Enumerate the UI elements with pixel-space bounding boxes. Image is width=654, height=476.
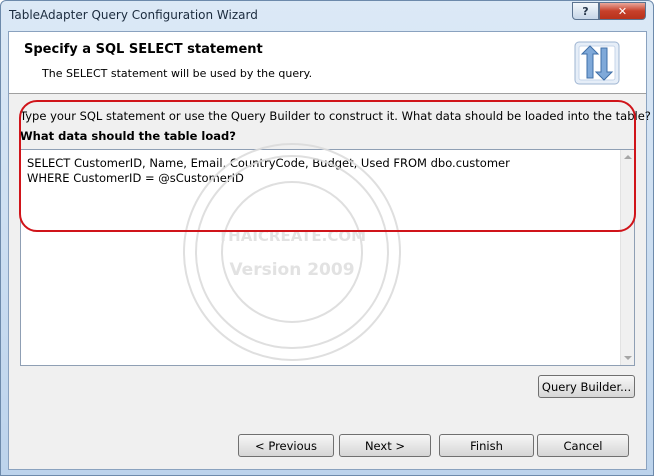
finish-button[interactable]: Finish xyxy=(439,434,534,457)
window-title: TableAdapter Query Configuration Wizard xyxy=(9,8,258,22)
title-bar: TableAdapter Query Configuration Wizard … xyxy=(1,1,653,31)
close-icon: ✕ xyxy=(617,4,628,18)
cancel-button[interactable]: Cancel xyxy=(537,434,629,457)
query-builder-button[interactable]: Query Builder... xyxy=(538,375,635,398)
help-button[interactable]: ? xyxy=(572,2,599,20)
instruction-text: Type your SQL statement or use the Query… xyxy=(20,109,651,123)
next-button[interactable]: Next > xyxy=(339,434,431,457)
wizard-header: Specify a SQL SELECT statement The SELEC… xyxy=(9,32,646,94)
database-arrows-icon xyxy=(574,41,620,85)
page-subtitle: The SELECT statement will be used by the… xyxy=(42,67,313,80)
sql-statement-text: SELECT CustomerID, Name, Email, CountryC… xyxy=(27,156,510,185)
sql-statement-textbox[interactable]: SELECT CustomerID, Name, Email, CountryC… xyxy=(20,149,635,366)
help-icon: ? xyxy=(582,4,589,18)
scroll-up-icon[interactable] xyxy=(624,155,632,159)
previous-button[interactable]: < Previous xyxy=(238,434,334,457)
close-button[interactable]: ✕ xyxy=(599,2,646,20)
scroll-down-icon[interactable] xyxy=(624,356,632,360)
page-title: Specify a SQL SELECT statement xyxy=(24,42,263,57)
question-label: What data should the table load? xyxy=(20,129,236,143)
wizard-client-area: Specify a SQL SELECT statement The SELEC… xyxy=(8,31,651,470)
wizard-window: TableAdapter Query Configuration Wizard … xyxy=(0,0,654,476)
vertical-scrollbar[interactable] xyxy=(620,150,634,365)
